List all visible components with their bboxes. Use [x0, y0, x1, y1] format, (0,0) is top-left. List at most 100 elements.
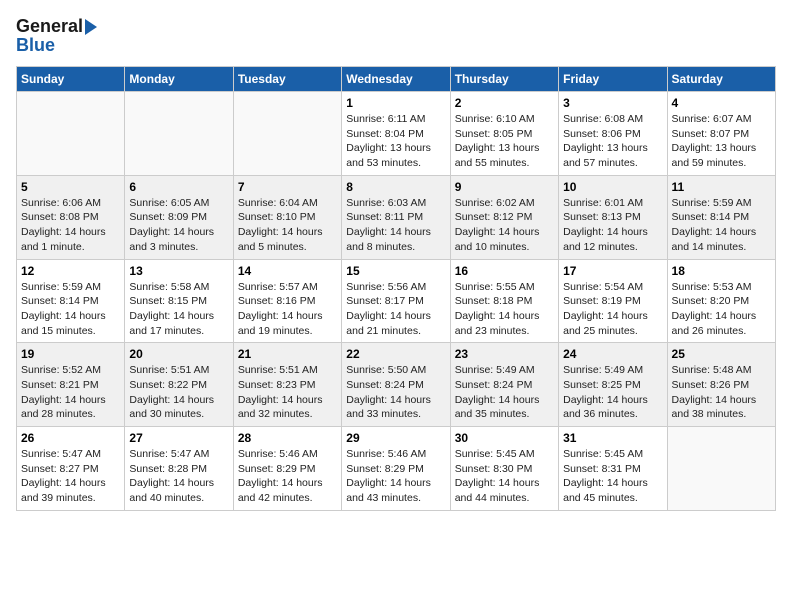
- day-info: Sunrise: 5:54 AM Sunset: 8:19 PM Dayligh…: [563, 280, 662, 339]
- day-info: Sunrise: 5:55 AM Sunset: 8:18 PM Dayligh…: [455, 280, 554, 339]
- day-number: 15: [346, 264, 445, 278]
- day-number: 26: [21, 431, 120, 445]
- calendar-cell: 7 Sunrise: 6:04 AM Sunset: 8:10 PM Daylig…: [233, 175, 341, 259]
- calendar-cell: 30 Sunrise: 5:45 AM Sunset: 8:30 PM Dayli…: [450, 427, 558, 511]
- calendar-cell: 28Sunrise: 5:46 AM Sunset: 8:29 PM Dayli…: [233, 427, 341, 511]
- calendar-cell: 4 Sunrise: 6:07 AM Sunset: 8:07 PM Daylig…: [667, 92, 775, 176]
- header-row: SundayMondayTuesdayWednesdayThursdayFrid…: [17, 67, 776, 92]
- calendar-cell: 29 Sunrise: 5:46 AM Sunset: 8:29 PM Dayli…: [342, 427, 450, 511]
- day-info: Sunrise: 6:03 AM Sunset: 8:11 PM Dayligh…: [346, 196, 445, 255]
- day-number: 5: [21, 180, 120, 194]
- calendar-cell: 14 Sunrise: 5:57 AM Sunset: 8:16 PM Dayli…: [233, 259, 341, 343]
- day-number: 20: [129, 347, 228, 361]
- day-number: 18: [672, 264, 771, 278]
- day-number: 8: [346, 180, 445, 194]
- day-info: Sunrise: 5:51 AM Sunset: 8:22 PM Dayligh…: [129, 363, 228, 422]
- calendar-cell: 25Sunrise: 5:48 AM Sunset: 8:26 PM Dayli…: [667, 343, 775, 427]
- day-number: 30: [455, 431, 554, 445]
- day-number: 11: [672, 180, 771, 194]
- day-info: Sunrise: 5:50 AM Sunset: 8:24 PM Dayligh…: [346, 363, 445, 422]
- calendar-cell: 9 Sunrise: 6:02 AM Sunset: 8:12 PM Daylig…: [450, 175, 558, 259]
- day-info: Sunrise: 5:57 AM Sunset: 8:16 PM Dayligh…: [238, 280, 337, 339]
- calendar-cell: 6Sunrise: 6:05 AM Sunset: 8:09 PM Daylig…: [125, 175, 233, 259]
- calendar-cell: 1 Sunrise: 6:11 AM Sunset: 8:04 PM Daylig…: [342, 92, 450, 176]
- day-info: Sunrise: 5:51 AM Sunset: 8:23 PM Dayligh…: [238, 363, 337, 422]
- day-info: Sunrise: 5:58 AM Sunset: 8:15 PM Dayligh…: [129, 280, 228, 339]
- day-header-monday: Monday: [125, 67, 233, 92]
- calendar-week-row: 26 Sunrise: 5:47 AM Sunset: 8:27 PM Dayli…: [17, 427, 776, 511]
- calendar-cell: 23 Sunrise: 5:49 AM Sunset: 8:24 PM Dayli…: [450, 343, 558, 427]
- day-info: Sunrise: 5:56 AM Sunset: 8:17 PM Dayligh…: [346, 280, 445, 339]
- day-info: Sunrise: 5:49 AM Sunset: 8:24 PM Dayligh…: [455, 363, 554, 422]
- calendar-cell: 11Sunrise: 5:59 AM Sunset: 8:14 PM Dayli…: [667, 175, 775, 259]
- day-number: 19: [21, 347, 120, 361]
- calendar-cell: 20 Sunrise: 5:51 AM Sunset: 8:22 PM Dayli…: [125, 343, 233, 427]
- day-number: 12: [21, 264, 120, 278]
- day-info: Sunrise: 6:08 AM Sunset: 8:06 PM Dayligh…: [563, 112, 662, 171]
- page-header: General Blue: [16, 16, 776, 56]
- day-number: 13: [129, 264, 228, 278]
- calendar-cell: 22 Sunrise: 5:50 AM Sunset: 8:24 PM Dayli…: [342, 343, 450, 427]
- calendar-cell: 16 Sunrise: 5:55 AM Sunset: 8:18 PM Dayli…: [450, 259, 558, 343]
- day-info: Sunrise: 6:06 AM Sunset: 8:08 PM Dayligh…: [21, 196, 120, 255]
- calendar-cell: 19 Sunrise: 5:52 AM Sunset: 8:21 PM Dayli…: [17, 343, 125, 427]
- logo-general-text: General: [16, 16, 83, 37]
- day-info: Sunrise: 6:02 AM Sunset: 8:12 PM Dayligh…: [455, 196, 554, 255]
- calendar-cell: [125, 92, 233, 176]
- day-number: 7: [238, 180, 337, 194]
- day-info: Sunrise: 5:53 AM Sunset: 8:20 PM Dayligh…: [672, 280, 771, 339]
- calendar-week-row: 19 Sunrise: 5:52 AM Sunset: 8:21 PM Dayli…: [17, 343, 776, 427]
- calendar-cell: 21Sunrise: 5:51 AM Sunset: 8:23 PM Dayli…: [233, 343, 341, 427]
- calendar-cell: 17 Sunrise: 5:54 AM Sunset: 8:19 PM Dayli…: [559, 259, 667, 343]
- day-number: 29: [346, 431, 445, 445]
- day-info: Sunrise: 6:11 AM Sunset: 8:04 PM Dayligh…: [346, 112, 445, 171]
- day-header-thursday: Thursday: [450, 67, 558, 92]
- day-info: Sunrise: 5:45 AM Sunset: 8:30 PM Dayligh…: [455, 447, 554, 506]
- calendar-week-row: 5 Sunrise: 6:06 AM Sunset: 8:08 PM Daylig…: [17, 175, 776, 259]
- day-info: Sunrise: 6:05 AM Sunset: 8:09 PM Dayligh…: [129, 196, 228, 255]
- day-number: 1: [346, 96, 445, 110]
- calendar-cell: 5 Sunrise: 6:06 AM Sunset: 8:08 PM Daylig…: [17, 175, 125, 259]
- day-info: Sunrise: 6:04 AM Sunset: 8:10 PM Dayligh…: [238, 196, 337, 255]
- day-info: Sunrise: 5:46 AM Sunset: 8:29 PM Dayligh…: [238, 447, 337, 506]
- day-number: 10: [563, 180, 662, 194]
- day-header-wednesday: Wednesday: [342, 67, 450, 92]
- logo-arrow-icon: [85, 19, 97, 35]
- day-number: 3: [563, 96, 662, 110]
- day-info: Sunrise: 6:10 AM Sunset: 8:05 PM Dayligh…: [455, 112, 554, 171]
- day-number: 31: [563, 431, 662, 445]
- day-number: 4: [672, 96, 771, 110]
- calendar-cell: 3 Sunrise: 6:08 AM Sunset: 8:06 PM Daylig…: [559, 92, 667, 176]
- day-info: Sunrise: 5:45 AM Sunset: 8:31 PM Dayligh…: [563, 447, 662, 506]
- logo: General Blue: [16, 16, 97, 56]
- day-number: 17: [563, 264, 662, 278]
- day-info: Sunrise: 5:48 AM Sunset: 8:26 PM Dayligh…: [672, 363, 771, 422]
- calendar-cell: 2Sunrise: 6:10 AM Sunset: 8:05 PM Daylig…: [450, 92, 558, 176]
- day-number: 14: [238, 264, 337, 278]
- day-info: Sunrise: 6:07 AM Sunset: 8:07 PM Dayligh…: [672, 112, 771, 171]
- day-info: Sunrise: 5:47 AM Sunset: 8:28 PM Dayligh…: [129, 447, 228, 506]
- day-number: 22: [346, 347, 445, 361]
- day-number: 9: [455, 180, 554, 194]
- day-info: Sunrise: 6:01 AM Sunset: 8:13 PM Dayligh…: [563, 196, 662, 255]
- calendar-cell: [17, 92, 125, 176]
- logo-blue-text: Blue: [16, 35, 55, 56]
- calendar-cell: 8 Sunrise: 6:03 AM Sunset: 8:11 PM Daylig…: [342, 175, 450, 259]
- day-info: Sunrise: 5:47 AM Sunset: 8:27 PM Dayligh…: [21, 447, 120, 506]
- calendar-table: SundayMondayTuesdayWednesdayThursdayFrid…: [16, 66, 776, 511]
- day-number: 24: [563, 347, 662, 361]
- day-number: 23: [455, 347, 554, 361]
- calendar-cell: 27Sunrise: 5:47 AM Sunset: 8:28 PM Dayli…: [125, 427, 233, 511]
- calendar-cell: 10 Sunrise: 6:01 AM Sunset: 8:13 PM Dayli…: [559, 175, 667, 259]
- calendar-cell: 12Sunrise: 5:59 AM Sunset: 8:14 PM Dayli…: [17, 259, 125, 343]
- day-info: Sunrise: 5:52 AM Sunset: 8:21 PM Dayligh…: [21, 363, 120, 422]
- day-header-tuesday: Tuesday: [233, 67, 341, 92]
- calendar-cell: 13 Sunrise: 5:58 AM Sunset: 8:15 PM Dayli…: [125, 259, 233, 343]
- calendar-week-row: 12Sunrise: 5:59 AM Sunset: 8:14 PM Dayli…: [17, 259, 776, 343]
- day-info: Sunrise: 5:46 AM Sunset: 8:29 PM Dayligh…: [346, 447, 445, 506]
- day-info: Sunrise: 5:49 AM Sunset: 8:25 PM Dayligh…: [563, 363, 662, 422]
- calendar-cell: 24 Sunrise: 5:49 AM Sunset: 8:25 PM Dayli…: [559, 343, 667, 427]
- calendar-cell: 31 Sunrise: 5:45 AM Sunset: 8:31 PM Dayli…: [559, 427, 667, 511]
- day-number: 16: [455, 264, 554, 278]
- calendar-cell: 26 Sunrise: 5:47 AM Sunset: 8:27 PM Dayli…: [17, 427, 125, 511]
